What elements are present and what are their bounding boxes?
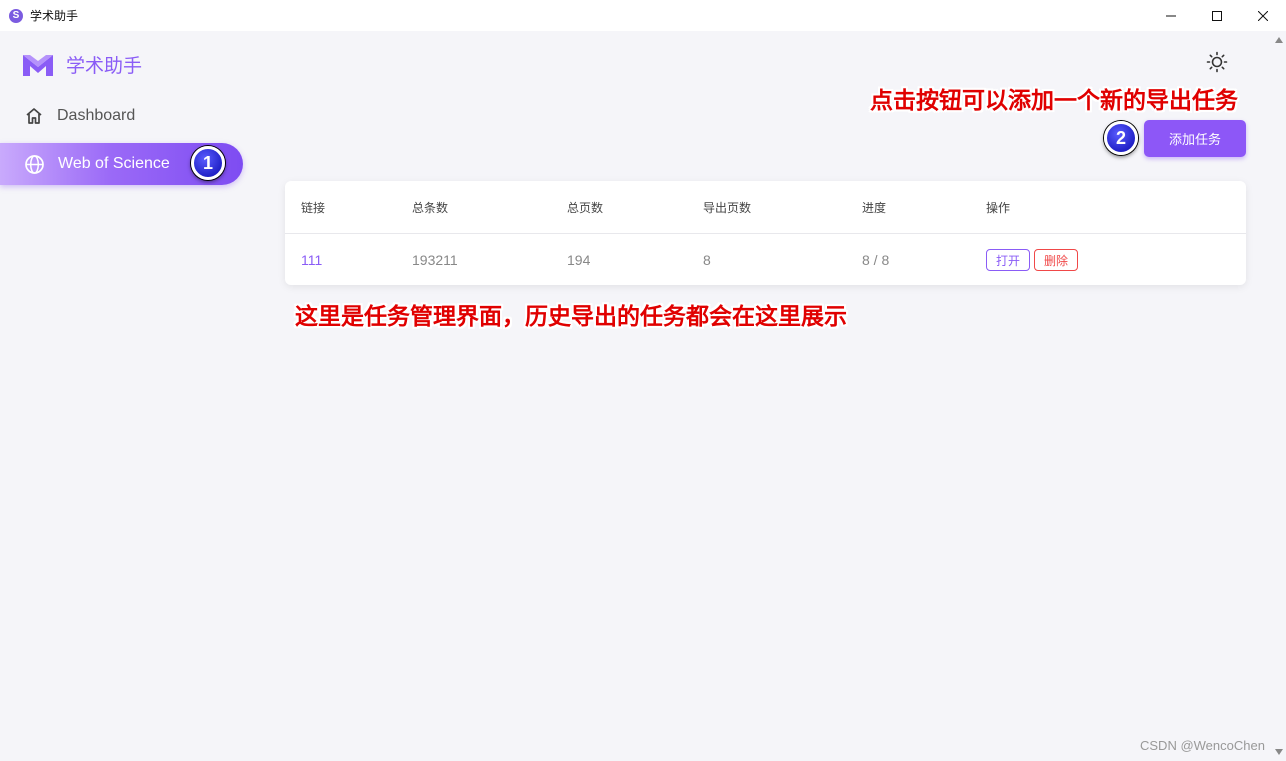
column-header: 进度 [862, 200, 887, 215]
vertical-scrollbar[interactable] [1272, 31, 1286, 761]
annotation-note-table: 这里是任务管理界面，历史导出的任务都会在这里展示 [295, 304, 847, 330]
close-icon [1258, 10, 1268, 21]
minimize-button[interactable] [1148, 0, 1194, 31]
annotation-marker-1: 1 [191, 146, 225, 180]
annotation-marker-2: 2 [1104, 121, 1138, 155]
home-icon [24, 106, 44, 126]
globe-icon [24, 154, 45, 175]
minimize-icon [1166, 15, 1176, 16]
close-button[interactable] [1240, 0, 1286, 31]
annotation-note-add: 点击按钮可以添加一个新的导出任务 [870, 88, 1238, 114]
progress-cell: 8 / 8 [862, 252, 890, 268]
actions-cell: 打开 删除 [986, 235, 1082, 285]
total-items-cell: 193211 [412, 252, 458, 268]
column-header: 总条数 [412, 200, 449, 215]
column-header: 总页数 [567, 200, 604, 215]
m-logo-icon [23, 54, 53, 76]
title-bar: S 学术助手 [0, 0, 1286, 31]
scroll-down-icon[interactable] [1275, 749, 1283, 755]
delete-button[interactable]: 删除 [1034, 249, 1079, 271]
table-row: 111 193211 194 8 8 / 8 打开 删除 [285, 235, 1246, 285]
task-table: 链接 总条数 总页数 导出页数 进度 操作 111 193211 194 8 8… [285, 181, 1246, 285]
open-button[interactable]: 打开 [986, 249, 1031, 271]
maximize-icon [1212, 10, 1222, 21]
column-header: 操作 [986, 200, 1011, 215]
app-icon: S [9, 8, 23, 23]
sidebar-item-label: Web of Science [58, 155, 170, 172]
total-pages-cell: 194 [567, 252, 591, 268]
sidebar: 学术助手 Dashboard Web of Science [0, 31, 260, 761]
sun-icon [1206, 51, 1228, 73]
column-header: 导出页数 [703, 200, 752, 215]
brand-name: 学术助手 [66, 55, 143, 77]
theme-toggle-button[interactable] [1206, 51, 1228, 73]
sidebar-item-label: Dashboard [57, 107, 136, 124]
window-title: 学术助手 [30, 9, 79, 23]
scroll-up-icon[interactable] [1275, 37, 1283, 43]
column-header: 链接 [301, 200, 326, 215]
table-header: 链接 总条数 总页数 导出页数 进度 操作 [285, 181, 1246, 234]
brand[interactable]: 学术助手 [22, 51, 142, 78]
task-link[interactable]: 111 [301, 235, 322, 285]
maximize-button[interactable] [1194, 0, 1240, 31]
sidebar-item-dashboard[interactable]: Dashboard [0, 95, 243, 137]
export-pages-cell: 8 [703, 252, 711, 268]
watermark: CSDN @WencoChen [1140, 738, 1265, 753]
add-task-button[interactable]: 添加任务 [1144, 120, 1246, 157]
